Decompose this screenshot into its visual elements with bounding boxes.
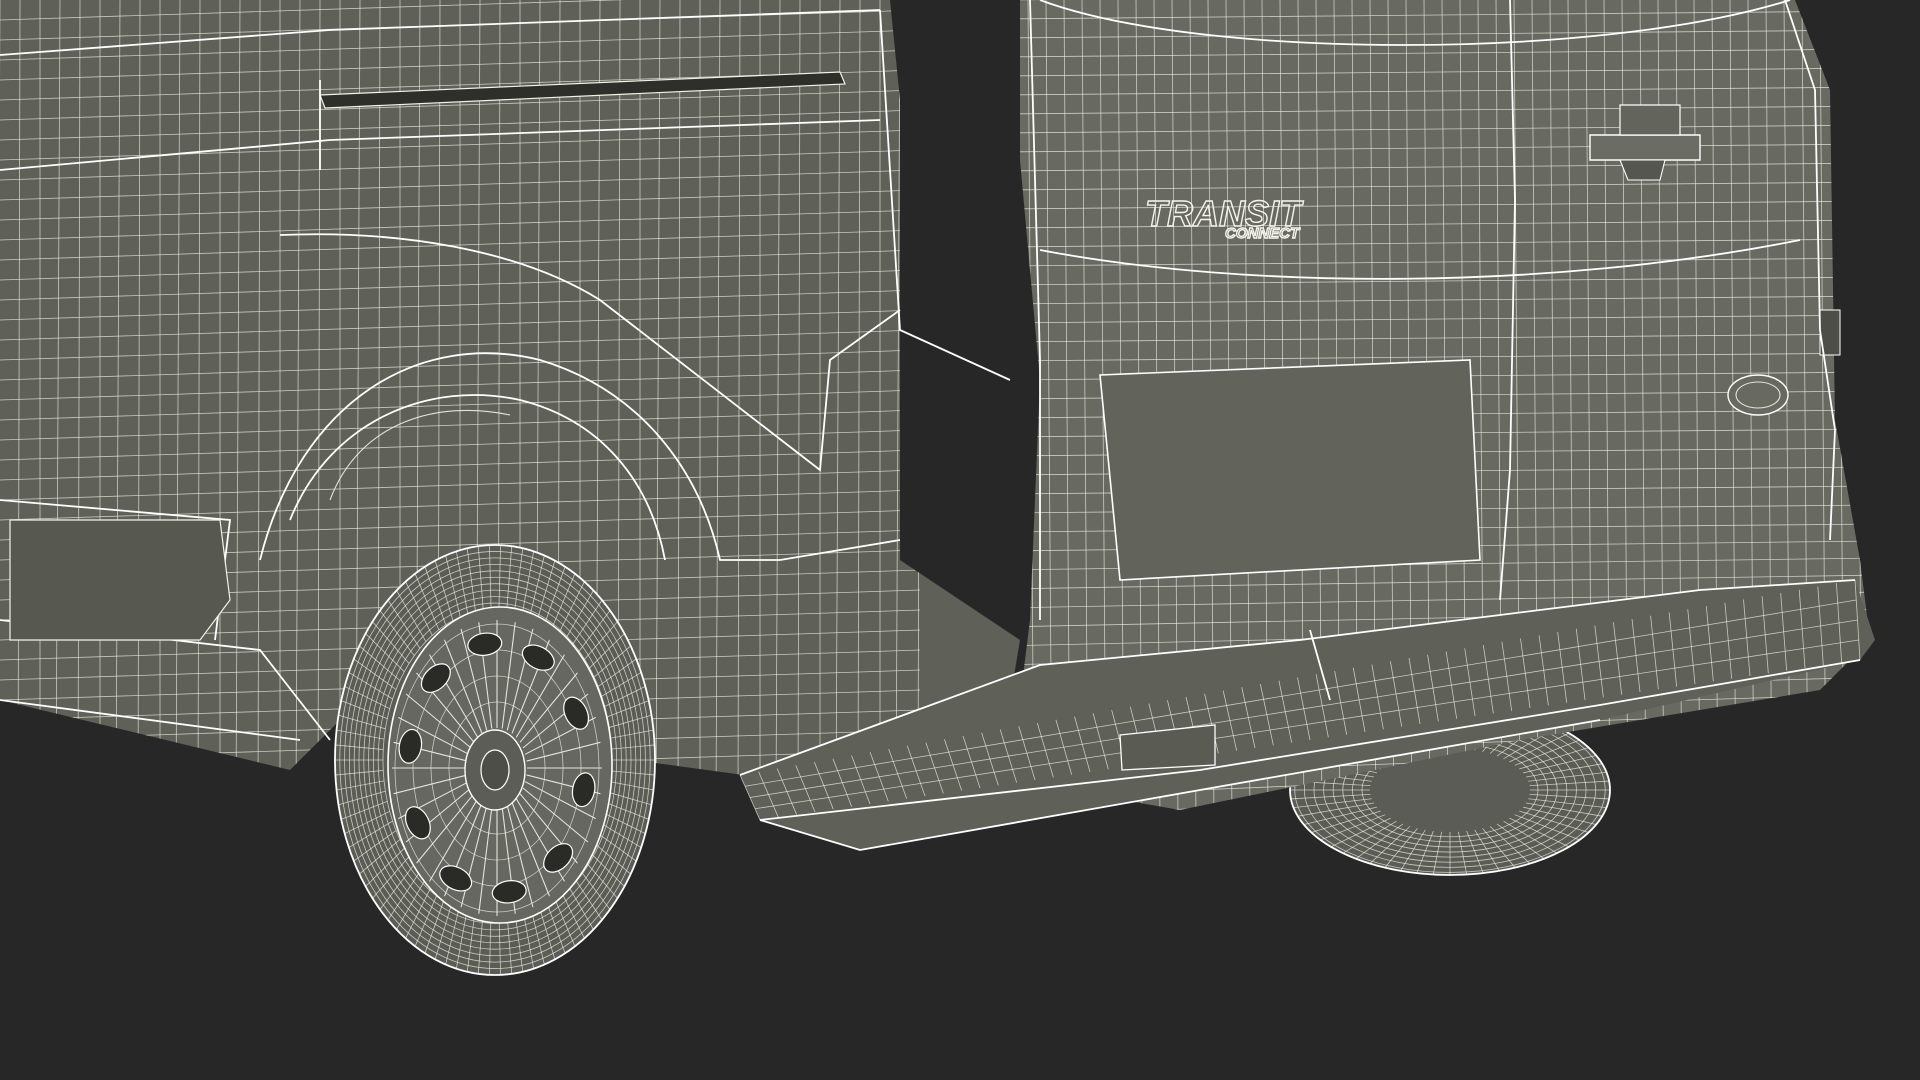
hubcap (387, 606, 613, 924)
rear-wheel-near (334, 544, 656, 976)
badge-line-2: CONNECT (1225, 225, 1301, 242)
wireframe-van-render: TRANSIT CONNECT (0, 0, 1875, 976)
license-plate-recess (1099, 359, 1481, 581)
brand-oval-emblem (1727, 374, 1789, 416)
side-marker (9, 519, 231, 641)
render-viewport: TRANSIT CONNECT (0, 0, 1920, 1080)
